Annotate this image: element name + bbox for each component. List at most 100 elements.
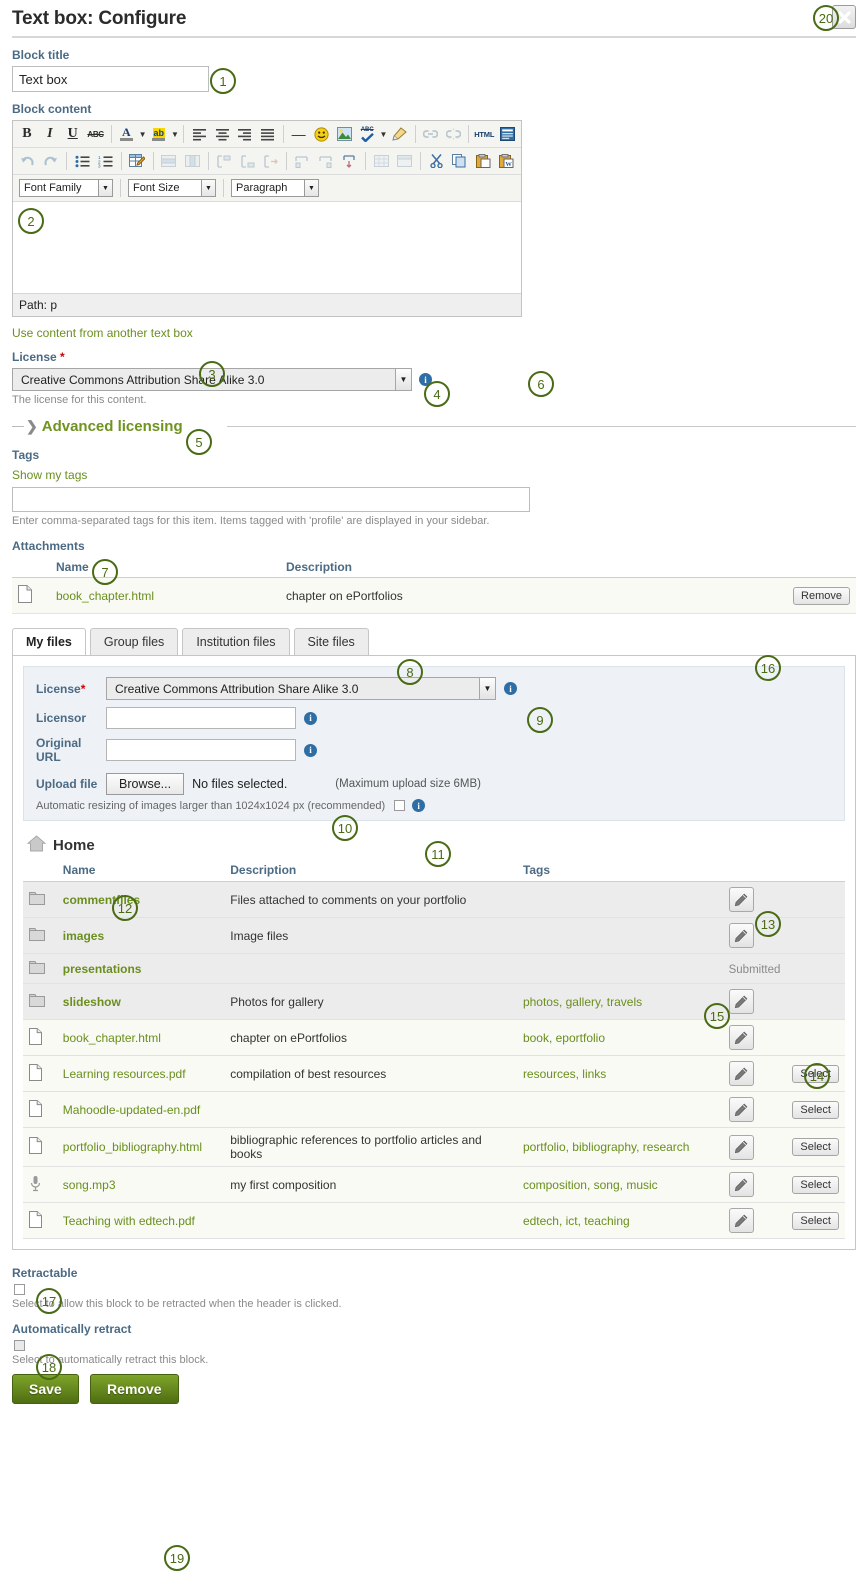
table-row-properties-icon[interactable] <box>158 150 181 172</box>
file-name-link[interactable]: Mahoodle-updated-en.pdf <box>63 1103 200 1117</box>
edit-html-icon[interactable]: HTML <box>473 123 495 145</box>
table-row: song.mp3 my first composition composition,… <box>23 1166 845 1203</box>
toolbar-separator <box>120 179 121 197</box>
home-icon[interactable] <box>26 835 47 855</box>
background-color-icon[interactable]: ab <box>148 123 170 145</box>
select-file-button[interactable]: Select <box>792 1175 839 1194</box>
pencil-icon[interactable] <box>728 923 754 948</box>
attachment-name-link[interactable]: book_chapter.html <box>56 589 154 603</box>
insert-image-icon[interactable] <box>333 123 355 145</box>
unlink-icon[interactable] <box>442 123 464 145</box>
align-left-icon[interactable] <box>188 123 210 145</box>
pencil-icon[interactable] <box>728 989 754 1014</box>
attachment-action-cell: Remove <box>776 577 856 614</box>
edit-table-icon[interactable] <box>126 150 149 172</box>
align-center-icon[interactable] <box>211 123 233 145</box>
advanced-licensing-section[interactable]: ❯ Advanced licensing <box>12 418 856 435</box>
file-tags-cell: edtech, ict, teaching <box>516 1202 723 1239</box>
italic-icon[interactable]: I <box>39 123 61 145</box>
info-icon[interactable]: i <box>412 799 426 812</box>
align-justify-icon[interactable] <box>257 123 279 145</box>
folder-name-link[interactable]: images <box>63 929 104 943</box>
insert-column-before-icon[interactable] <box>291 150 314 172</box>
retractable-checkbox[interactable] <box>14 1284 25 1295</box>
paste-icon[interactable] <box>472 150 495 172</box>
insert-link-icon[interactable] <box>419 123 441 145</box>
file-name-link[interactable]: Teaching with edtech.pdf <box>63 1214 195 1228</box>
info-icon[interactable]: i <box>504 682 517 695</box>
paste-from-word-icon[interactable]: W <box>495 150 518 172</box>
chevron-down-icon[interactable]: ▼ <box>171 130 180 139</box>
auto-retract-checkbox[interactable] <box>14 1340 25 1351</box>
bold-icon[interactable]: B <box>16 123 38 145</box>
required-marker: * <box>60 350 65 364</box>
bullet-list-icon[interactable] <box>71 150 94 172</box>
show-my-tags-link[interactable]: Show my tags <box>12 468 856 482</box>
browse-button[interactable]: Browse... <box>106 773 185 795</box>
block-title-input[interactable] <box>12 66 209 92</box>
fullscreen-icon[interactable] <box>496 123 518 145</box>
strikethrough-icon[interactable]: ABC <box>85 123 107 145</box>
licensor-input[interactable] <box>106 707 296 729</box>
pencil-icon[interactable] <box>728 1172 754 1197</box>
chevron-down-icon[interactable]: ▼ <box>138 130 147 139</box>
editor-content-area[interactable] <box>13 202 521 294</box>
paragraph-select[interactable]: Paragraph ▼ <box>231 179 319 197</box>
upload-license-select[interactable]: Creative Commons Attribution Share Alike… <box>106 677 496 700</box>
select-file-button[interactable]: Select <box>792 1100 839 1119</box>
file-name-link[interactable]: Learning resources.pdf <box>63 1067 186 1081</box>
remove-button[interactable]: Remove <box>90 1374 179 1404</box>
table-cell-properties-icon[interactable] <box>181 150 204 172</box>
insert-column-after-icon[interactable] <box>315 150 338 172</box>
tab-site-files[interactable]: Site files <box>293 628 369 655</box>
text-color-icon[interactable]: A <box>115 123 137 145</box>
annotation-marker-13: 13 <box>755 911 781 937</box>
underline-icon[interactable]: U <box>62 123 84 145</box>
delete-row-icon[interactable] <box>260 150 283 172</box>
tab-institution-files[interactable]: Institution files <box>182 628 290 655</box>
numbered-list-icon[interactable]: 1 2 3 <box>95 150 118 172</box>
file-source-tabs: My files Group files Institution files S… <box>12 628 856 655</box>
select-file-button[interactable]: Select <box>792 1211 839 1230</box>
tags-input[interactable] <box>12 487 530 512</box>
pencil-icon[interactable] <box>728 1208 754 1233</box>
pencil-icon[interactable] <box>728 1061 754 1086</box>
file-name-link[interactable]: song.mp3 <box>63 1178 116 1192</box>
auto-resize-checkbox[interactable] <box>394 800 406 811</box>
tab-group-files[interactable]: Group files <box>89 628 179 655</box>
spellcheck-icon[interactable]: ABC <box>356 123 378 145</box>
remove-format-icon[interactable] <box>389 123 411 145</box>
horizontal-rule-icon[interactable]: — <box>288 123 310 145</box>
folder-name-link[interactable]: presentations <box>63 962 142 976</box>
cut-icon[interactable] <box>425 150 448 172</box>
chevron-down-icon[interactable]: ▼ <box>379 130 388 139</box>
insert-row-before-icon[interactable] <box>213 150 236 172</box>
redo-icon[interactable] <box>40 150 63 172</box>
remove-attachment-button[interactable]: Remove <box>793 586 850 605</box>
font-family-select[interactable]: Font Family ▼ <box>19 179 113 197</box>
info-icon[interactable]: i <box>304 711 317 725</box>
pencil-icon[interactable] <box>728 1025 754 1050</box>
copy-icon[interactable] <box>448 150 471 172</box>
use-content-link[interactable]: Use content from another text box <box>12 326 193 340</box>
pencil-icon[interactable] <box>728 1097 754 1122</box>
merge-cells-icon[interactable] <box>393 150 416 172</box>
emoticon-icon[interactable] <box>311 123 333 145</box>
align-right-icon[interactable] <box>234 123 256 145</box>
folder-name-link[interactable]: slideshow <box>63 995 121 1009</box>
pencil-icon[interactable] <box>728 1134 754 1160</box>
pencil-icon[interactable] <box>728 887 754 912</box>
info-icon[interactable]: i <box>304 743 317 757</box>
font-size-select[interactable]: Font Size ▼ <box>128 179 216 197</box>
file-name-link[interactable]: portfolio_bibliography.html <box>63 1140 202 1154</box>
select-file-button[interactable]: Select <box>792 1138 839 1156</box>
tab-my-files[interactable]: My files <box>12 628 86 655</box>
file-select-cell: Select <box>786 1127 845 1167</box>
original-url-input[interactable] <box>106 739 296 761</box>
breadcrumb-home-label[interactable]: Home <box>53 837 95 854</box>
delete-column-icon[interactable] <box>338 150 361 172</box>
split-cells-icon[interactable] <box>370 150 393 172</box>
file-name-link[interactable]: book_chapter.html <box>63 1031 161 1045</box>
insert-row-after-icon[interactable] <box>236 150 259 172</box>
undo-icon[interactable] <box>16 150 39 172</box>
